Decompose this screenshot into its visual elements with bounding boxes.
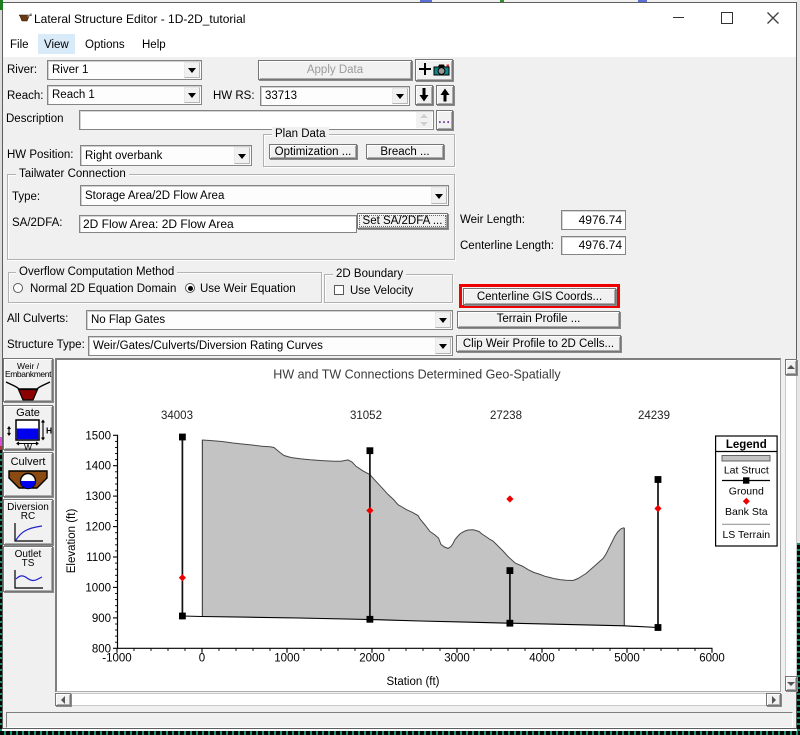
svg-text:1400: 1400: [85, 461, 111, 473]
svg-text:LS Terrain: LS Terrain: [722, 529, 770, 541]
svg-text:Station (ft): Station (ft): [386, 676, 439, 688]
svg-text:4000: 4000: [529, 653, 555, 665]
svg-text:6000: 6000: [699, 653, 725, 665]
svg-text:Ground: Ground: [729, 486, 764, 498]
svg-text:34003: 34003: [161, 410, 193, 422]
svg-text:5000: 5000: [614, 653, 640, 665]
svg-text:HW and TW Connections Determin: HW and TW Connections Determined Geo-Spa…: [273, 368, 561, 382]
svg-text:Elevation (ft): Elevation (ft): [66, 509, 78, 574]
svg-text:900: 900: [92, 613, 111, 625]
svg-text:2000: 2000: [359, 653, 385, 665]
svg-text:3000: 3000: [444, 653, 470, 665]
svg-text:31052: 31052: [350, 410, 382, 422]
svg-text:1100: 1100: [86, 552, 111, 564]
svg-text:1000: 1000: [274, 653, 300, 665]
svg-text:-1000: -1000: [102, 653, 131, 665]
svg-text:1500: 1500: [85, 430, 111, 442]
svg-text:Lat Struct: Lat Struct: [724, 465, 769, 477]
svg-text:0: 0: [199, 653, 205, 665]
svg-text:Bank Sta: Bank Sta: [725, 506, 768, 518]
svg-text:1000: 1000: [85, 582, 111, 594]
svg-text:27238: 27238: [490, 410, 522, 422]
svg-text:1300: 1300: [85, 491, 111, 503]
svg-text:Legend: Legend: [726, 439, 767, 451]
svg-text:1200: 1200: [85, 522, 111, 534]
svg-text:24239: 24239: [638, 410, 670, 422]
